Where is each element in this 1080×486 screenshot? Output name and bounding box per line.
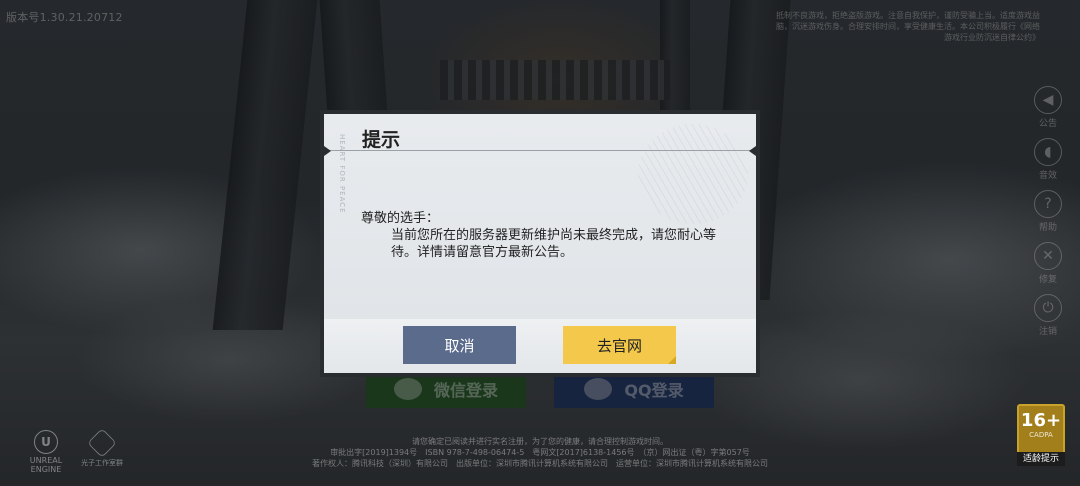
footer-line: 著作权人：腾讯科技（深圳）有限公司 出版单位：深圳市腾讯计算机系统有限公司 运营… [312,459,768,468]
unreal-logo-text: UNREAL [29,456,63,465]
footer-legal: 请您确定已阅读并进行实名注册，为了您的健康，请合理控制游戏时间。 审批出字[20… [200,436,880,469]
dialog-message-text: 当前您所在的服务器更新维护尚未最终完成，请您耐心等待。详情请留意官方最新公告。 [391,228,717,260]
notice-dialog: HEART FOR PEACE 提示 尊敬的选手： 当前您所在的服务器更新维护尚… [320,110,760,377]
unreal-logo-subtext: ENGINE [30,465,62,474]
dialog-greeting: 尊敬的选手： [361,211,440,226]
age-rating: 16+ [1020,410,1062,431]
unreal-icon: U [34,430,58,454]
studio-logo-text: 光子工作室群 [81,459,123,467]
dialog-footer [324,319,756,373]
age-tip-label: 适龄提示 [1017,452,1065,466]
cancel-button[interactable]: 取消 [403,326,516,364]
unreal-logo: U UNREAL ENGINE [24,430,68,474]
studio-icon [87,428,117,458]
dialog-title: 提示 [362,129,401,151]
divider-notch [324,146,331,156]
dialog-decoration [638,124,748,224]
footer-line: 审批出字[2019]1394号 ISBN 978-7-498-06474-5 粤… [330,448,750,457]
footer-line: 请您确定已阅读并进行实名注册，为了您的健康，请合理控制游戏时间。 [412,437,668,446]
dialog-panel: HEART FOR PEACE 提示 尊敬的选手： 当前您所在的服务器更新维护尚… [324,114,756,373]
studio-logo: 光子工作室群 [78,428,126,474]
official-site-button[interactable]: 去官网 [563,326,676,364]
age-rating-badge[interactable]: 16+ CADPA 适龄提示 [1017,404,1065,466]
cadpa-label: CADPA [1029,431,1053,439]
dialog-message: 尊敬的选手： 当前您所在的服务器更新维护尚未最终完成，请您耐心等待。详情请留意官… [361,210,731,261]
divider-notch [749,146,756,156]
dialog-divider [324,150,756,151]
